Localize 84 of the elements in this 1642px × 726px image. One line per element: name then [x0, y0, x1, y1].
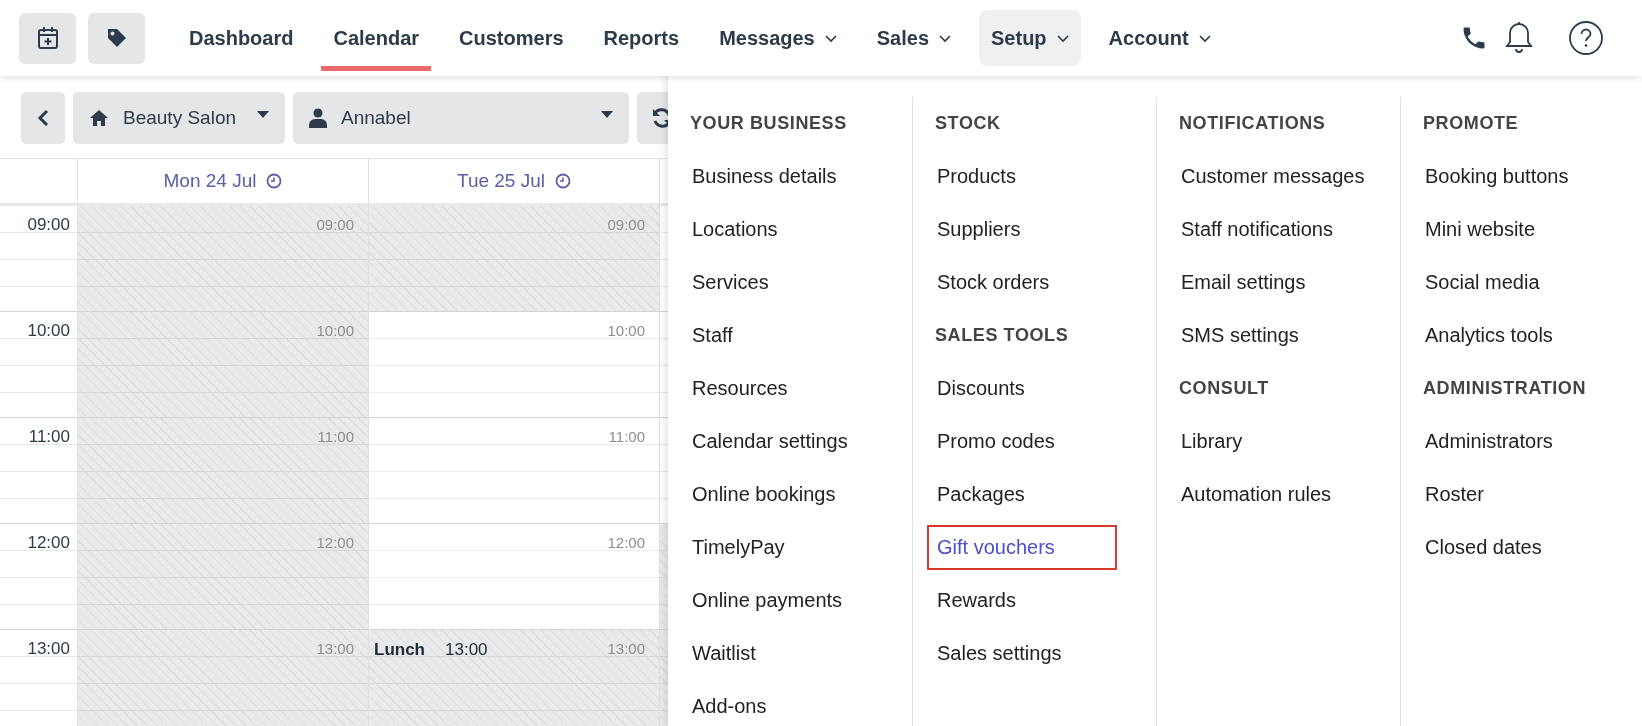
time-label: 13:00 [27, 639, 70, 659]
menu-item[interactable]: Administrators [1415, 419, 1563, 464]
menu-heading: YOUR BUSINESS [689, 113, 847, 134]
nav-tab[interactable]: Calendar [321, 0, 432, 76]
time-label: 09:00 [27, 215, 70, 235]
nav-tab[interactable]: Dashboard [177, 0, 306, 76]
event-title: Lunch [374, 640, 425, 660]
menu-heading: PROMOTE [1422, 113, 1519, 134]
help-icon[interactable] [1568, 20, 1604, 56]
menu-item[interactable]: Roster [1415, 472, 1494, 517]
menu-item[interactable]: Locations [682, 207, 788, 252]
caret-icon [601, 110, 613, 118]
menu-item[interactable]: Social media [1415, 260, 1550, 305]
menu-item[interactable]: Booking buttons [1415, 154, 1579, 199]
menu-item[interactable]: Resources [682, 366, 798, 411]
slot-time: 10:00 [316, 322, 354, 339]
menu-item[interactable]: Business details [682, 154, 847, 199]
chevron-left-icon [37, 109, 49, 127]
calendar-plus-icon [36, 26, 59, 50]
slot-time: 09:00 [607, 216, 645, 233]
clock-icon[interactable] [266, 173, 283, 189]
menu-item[interactable]: Waitlist [682, 631, 766, 676]
nav-tab[interactable]: Customers [447, 0, 576, 76]
menu-item[interactable]: TimelyPay [682, 525, 795, 570]
location-select[interactable]: Beauty Salon [73, 92, 285, 144]
time-label: 11:00 [28, 427, 70, 447]
tag-icon [105, 27, 128, 49]
menu-item[interactable]: Closed dates [1415, 525, 1552, 570]
menu-item[interactable]: Automation rules [1171, 472, 1342, 517]
person-icon [309, 108, 327, 128]
menu-item[interactable]: Discounts [927, 366, 1035, 411]
clock-icon[interactable] [555, 173, 571, 189]
slot-time: 13:00 [316, 640, 354, 657]
menu-heading: ADMINISTRATION [1422, 378, 1587, 399]
back-button[interactable] [21, 92, 65, 144]
slot-time: 12:00 [316, 534, 354, 551]
slot-time: 10:00 [607, 322, 645, 339]
menu-item[interactable]: Suppliers [927, 207, 1031, 252]
menu-item[interactable]: Mini website [1415, 207, 1546, 252]
menu-item[interactable]: Analytics tools [1415, 313, 1563, 358]
home-icon [89, 109, 109, 127]
menu-item[interactable]: Online payments [682, 578, 853, 623]
time-slot[interactable]: Lunch 13:00 13:00 [369, 630, 659, 726]
event-time: 13:00 [445, 640, 488, 660]
menu-item[interactable]: Packages [927, 472, 1035, 517]
nav-tab[interactable]: Sales [864, 0, 963, 76]
bell-icon[interactable] [1504, 21, 1534, 55]
slot-time: 09:00 [316, 216, 354, 233]
nav-tab[interactable]: Account [1096, 0, 1223, 76]
new-appointment-button[interactable] [19, 12, 76, 64]
menu-item[interactable]: Sales settings [927, 631, 1072, 676]
time-label: 12:00 [27, 533, 70, 553]
slot-time: 11:00 [608, 428, 645, 445]
menu-item[interactable]: Add-ons [682, 684, 777, 726]
menu-heading: CONSULT [1178, 378, 1269, 399]
menu-heading: NOTIFICATIONS [1178, 113, 1326, 134]
day-header[interactable]: Mon 24 Jul [163, 170, 257, 192]
slot-time: 11:00 [317, 428, 354, 445]
menu-item[interactable]: Library [1171, 419, 1253, 464]
menu-item[interactable]: Gift vouchers [927, 525, 1117, 570]
menu-item[interactable]: Stock orders [927, 260, 1060, 305]
menu-item[interactable]: Staff [682, 313, 743, 358]
menu-item[interactable]: Calendar settings [682, 419, 858, 464]
nav-tab[interactable]: Reports [591, 0, 692, 76]
slot-time: 12:00 [607, 534, 645, 551]
menu-item[interactable]: Promo codes [927, 419, 1065, 464]
tag-button[interactable] [88, 12, 145, 64]
staff-select[interactable]: Annabel [293, 92, 629, 144]
menu-item[interactable]: Online bookings [682, 472, 846, 517]
time-label: 10:00 [27, 321, 70, 341]
slot-time: 13:00 [607, 640, 645, 657]
menu-item[interactable]: Email settings [1171, 260, 1316, 305]
caret-icon [257, 110, 269, 118]
menu-item[interactable]: Customer messages [1171, 154, 1375, 199]
menu-item[interactable]: Staff notifications [1171, 207, 1343, 252]
menu-heading: SALES TOOLS [934, 325, 1069, 346]
menu-item[interactable]: Services [682, 260, 779, 305]
day-header[interactable]: Tue 25 Jul [457, 170, 545, 192]
menu-item[interactable]: Rewards [927, 578, 1026, 623]
menu-item[interactable]: SMS settings [1171, 313, 1309, 358]
menu-item[interactable]: Products [927, 154, 1026, 199]
nav-tab[interactable]: Setup [979, 10, 1081, 66]
nav-tab[interactable]: Messages [707, 0, 849, 76]
menu-heading: STOCK [934, 113, 1001, 134]
